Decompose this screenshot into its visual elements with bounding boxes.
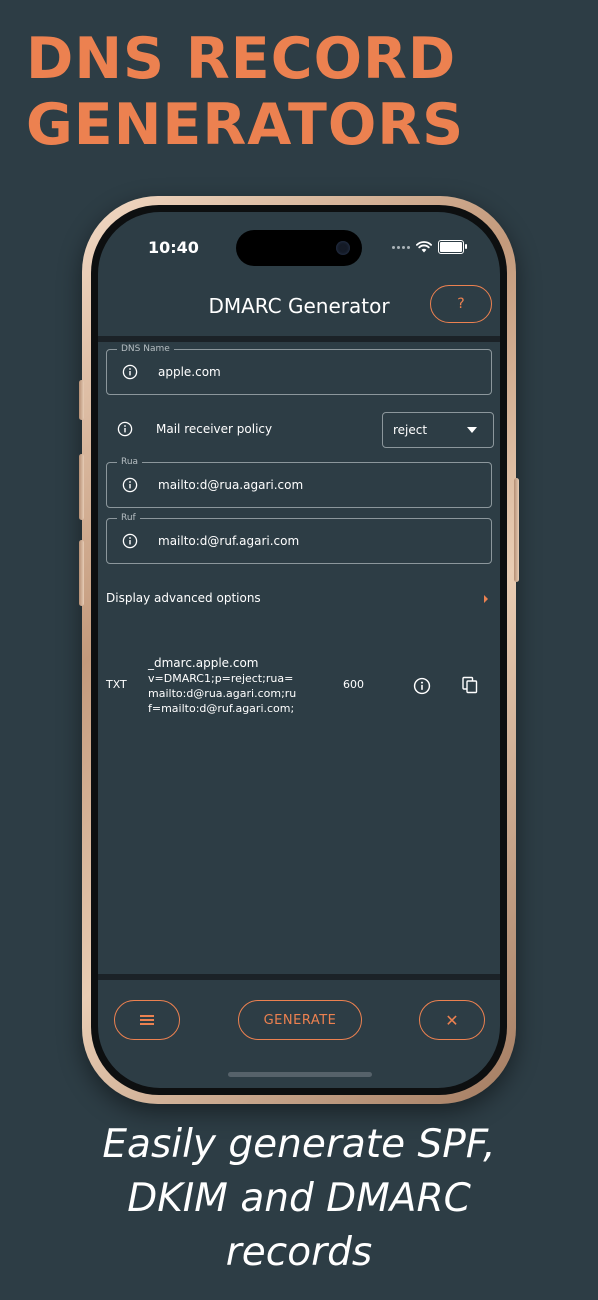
menu-icon <box>140 1015 154 1025</box>
promo-headline-line-1: DNS RECORD <box>26 26 457 92</box>
ruf-label: Ruf <box>117 512 140 524</box>
chevron-right-icon[interactable] <box>484 595 488 603</box>
policy-selected-value: reject <box>393 423 428 437</box>
wifi-icon <box>416 241 432 253</box>
dns-name-field[interactable]: DNS Name apple.com <box>106 343 492 395</box>
dns-name-label: DNS Name <box>117 343 174 355</box>
status-time: 10:40 <box>148 238 199 257</box>
app-screen: 10:40 DMARC Generator ? DNS Name apple.c… <box>98 212 500 1088</box>
promo-tagline: Easily generate SPF, DKIM and DMARC reco… <box>0 1118 598 1280</box>
home-indicator[interactable] <box>228 1072 372 1077</box>
dynamic-island <box>236 230 362 266</box>
info-icon[interactable] <box>413 677 431 695</box>
volume-down-button <box>79 540 84 606</box>
record-ttl: 600 <box>343 678 364 691</box>
promo-tagline-line-3: records <box>225 1230 373 1275</box>
menu-button[interactable] <box>114 1000 180 1040</box>
policy-label: Mail receiver policy <box>156 422 273 436</box>
record-value: v=DMARC1;p=reject;rua=mailto:d@rua.agari… <box>148 672 297 715</box>
status-icons <box>392 240 467 254</box>
cellular-dots-icon <box>392 245 410 249</box>
header-divider <box>98 336 500 342</box>
battery-icon <box>438 240 467 254</box>
chevron-down-icon <box>467 427 477 433</box>
help-button[interactable]: ? <box>430 285 492 323</box>
generate-button[interactable]: GENERATE <box>238 1000 362 1040</box>
rua-field[interactable]: Rua mailto:d@rua.agari.com <box>106 456 492 508</box>
phone-bezel: 10:40 DMARC Generator ? DNS Name apple.c… <box>91 205 507 1095</box>
record-name: _dmarc.apple.com <box>148 656 259 670</box>
bottom-divider <box>98 974 500 980</box>
dns-name-value: apple.com <box>158 365 221 379</box>
ruf-field[interactable]: Ruf mailto:d@ruf.agari.com <box>106 512 492 564</box>
rua-label: Rua <box>117 456 143 468</box>
record-type: TXT <box>106 678 127 691</box>
promo-headline: DNS RECORD GENERATORS <box>26 26 586 158</box>
rua-value: mailto:d@rua.agari.com <box>158 478 304 492</box>
promo-tagline-line-1: Easily generate SPF, <box>102 1122 496 1167</box>
info-icon[interactable] <box>117 421 133 437</box>
copy-icon[interactable] <box>461 676 479 694</box>
power-button <box>514 478 519 582</box>
info-icon[interactable] <box>122 533 138 549</box>
advanced-options-toggle[interactable]: Display advanced options <box>106 591 261 605</box>
phone-frame: 10:40 DMARC Generator ? DNS Name apple.c… <box>79 196 519 1104</box>
promo-tagline-line-2: DKIM and DMARC <box>127 1176 471 1221</box>
close-button[interactable]: ✕ <box>419 1000 485 1040</box>
info-icon[interactable] <box>122 364 138 380</box>
front-camera-icon <box>336 241 350 255</box>
promo-headline-line-2: GENERATORS <box>26 92 465 158</box>
ruf-value: mailto:d@ruf.agari.com <box>158 534 300 548</box>
action-button <box>79 380 84 420</box>
policy-select[interactable]: reject <box>382 412 494 448</box>
info-icon[interactable] <box>122 477 138 493</box>
volume-up-button <box>79 454 84 520</box>
